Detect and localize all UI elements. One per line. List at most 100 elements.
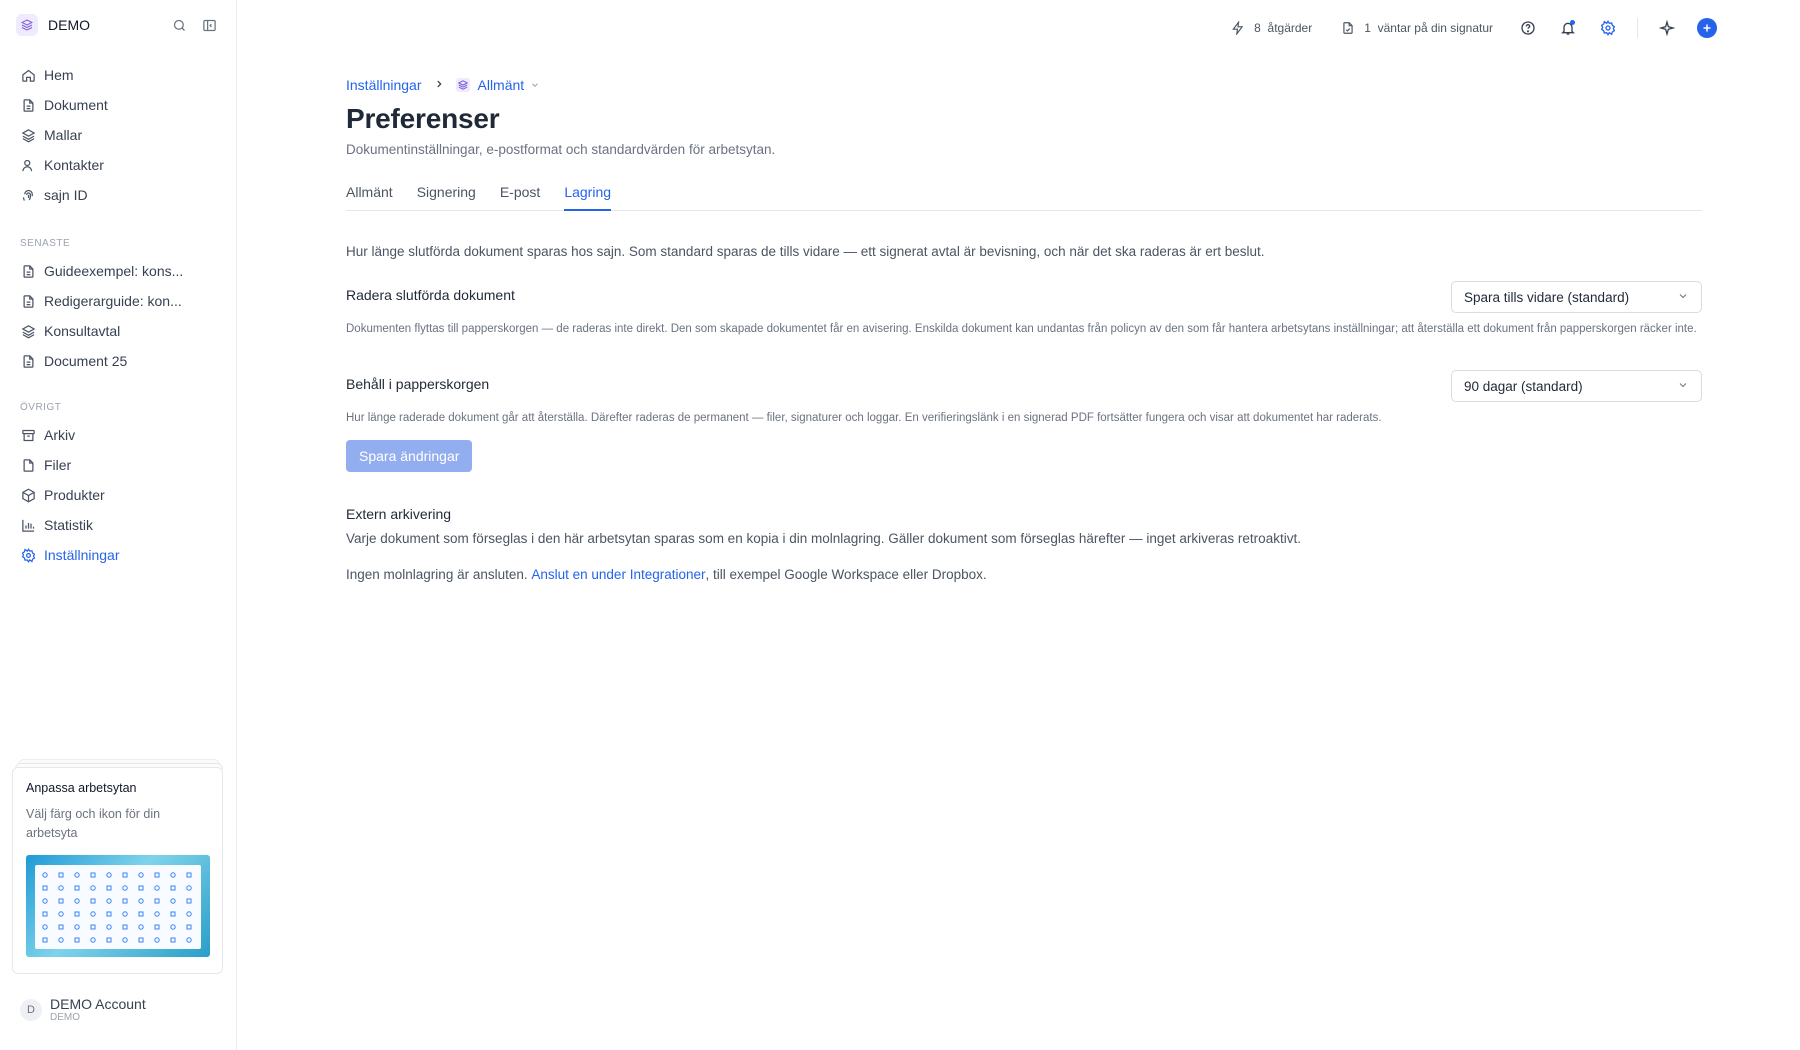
external-archiving-note: Ingen molnlagring är ansluten. Anslut en…	[346, 567, 987, 582]
page-title: Preferenser	[346, 103, 500, 134]
sparkle-icon[interactable]	[1654, 15, 1680, 41]
sidebar: DEMO Hem Dokument Mallar Kontakter sajn …	[0, 0, 237, 1050]
sidebar-item-hem[interactable]: Hem	[12, 60, 224, 90]
sidebar-item-label: Inställningar	[44, 547, 120, 563]
document-sign-icon	[1340, 20, 1356, 36]
keep-in-trash-label: Behåll i papperskorgen	[346, 376, 490, 392]
icon-grid-pattern	[42, 872, 192, 943]
breadcrumb-parent[interactable]: Inställningar	[346, 77, 422, 93]
sidebar-item-label: Hem	[44, 67, 74, 83]
note-prefix: Ingen molnlagring är ansluten.	[346, 567, 532, 582]
save-changes-button[interactable]: Spara ändringar	[346, 440, 473, 472]
settings-gear-icon[interactable]	[1595, 15, 1621, 41]
workspace-icon	[455, 78, 470, 92]
sidebar-item-installningar[interactable]: Inställningar	[12, 540, 224, 570]
layers-icon	[20, 323, 36, 339]
settings-tabs: Allmänt Signering E-post Lagring	[346, 176, 1702, 211]
keep-in-trash-select[interactable]: 90 dagar (standard)	[1451, 370, 1702, 402]
account-text: DEMO Account DEMO	[50, 996, 146, 1024]
sidebar-item-label: Redigerarguide: kon...	[44, 293, 182, 309]
sidebar-item-recent[interactable]: Konsultavtal	[12, 316, 224, 346]
tab-signering[interactable]: Signering	[417, 176, 476, 211]
sidebar-item-recent[interactable]: Redigerarguide: kon...	[12, 286, 224, 316]
note-suffix: , till exempel Google Workspace eller Dr…	[705, 567, 987, 582]
sidebar-item-statistik[interactable]: Statistik	[12, 510, 224, 540]
sidebar-item-recent[interactable]: Guideexempel: kons...	[12, 256, 224, 286]
account-name: DEMO Account	[50, 996, 146, 1012]
connect-integrations-link[interactable]: Anslut en under Integrationer	[531, 567, 705, 582]
collapse-sidebar-icon[interactable]	[197, 13, 221, 37]
sidebar-item-sajn-id[interactable]: sajn ID	[12, 180, 224, 210]
tab-e-post[interactable]: E-post	[500, 176, 540, 211]
pending-signature-indicator[interactable]: 1 väntar på din signatur	[1340, 20, 1493, 36]
storage-intro: Hur länge slutförda dokument sparas hos …	[346, 244, 1265, 259]
external-archiving-title: Extern arkivering	[346, 506, 452, 522]
chevron-down-icon[interactable]	[530, 77, 540, 93]
file-icon	[20, 457, 36, 473]
document-icon	[20, 293, 36, 309]
delete-completed-label: Radera slutförda dokument	[346, 287, 515, 303]
sidebar-item-produkter[interactable]: Produkter	[12, 480, 224, 510]
promo-title: Anpassa arbetsytan	[26, 781, 137, 795]
top-bar: 8 åtgärder 1 väntar på din signatur	[1202, 15, 1720, 41]
box-icon	[20, 487, 36, 503]
chart-icon	[20, 517, 36, 533]
sidebar-item-label: sajn ID	[44, 187, 88, 203]
promo-description: Välj färg och ikon för din arbetsyta	[26, 807, 161, 840]
sidebar-item-kontakter[interactable]: Kontakter	[12, 150, 224, 180]
sidebar-item-label: Dokument	[44, 97, 108, 113]
account-workspace: DEMO	[50, 1012, 80, 1023]
create-new-button[interactable]	[1694, 15, 1720, 41]
sidebar-item-mallar[interactable]: Mallar	[12, 120, 224, 150]
help-icon[interactable]	[1515, 15, 1541, 41]
keep-in-trash-help: Hur länge raderade dokument går att åter…	[346, 412, 1382, 424]
signature-count: 1	[1364, 21, 1371, 35]
workspace-name[interactable]: DEMO	[48, 17, 161, 33]
sidebar-item-arkiv[interactable]: Arkiv	[12, 420, 224, 450]
account-menu[interactable]: D DEMO Account DEMO	[20, 993, 146, 1027]
fingerprint-icon	[20, 187, 36, 203]
sidebar-item-label: Konsultavtal	[44, 323, 121, 339]
sidebar-item-label: Guideexempel: kons...	[44, 263, 184, 279]
bell-icon[interactable]	[1555, 15, 1581, 41]
plus-icon	[1697, 18, 1717, 38]
sidebar-item-filer[interactable]: Filer	[12, 450, 224, 480]
chevron-down-icon	[1677, 379, 1689, 394]
main-nav: Hem Dokument Mallar Kontakter sajn ID SE…	[12, 60, 224, 570]
section-heading-recent: SENASTE	[20, 237, 71, 249]
avatar: D	[20, 999, 42, 1021]
icon-grid-preview-image	[26, 855, 210, 957]
notification-dot	[1570, 20, 1575, 25]
actions-count: 8	[1254, 21, 1261, 35]
breadcrumb: Inställningar Allmänt	[346, 77, 540, 93]
gear-icon	[20, 547, 36, 563]
external-archiving-description: Varje dokument som förseglas i den här a…	[346, 531, 1301, 546]
sidebar-item-recent[interactable]: Document 25	[12, 346, 224, 376]
workspace-logo-icon[interactable]	[16, 14, 38, 36]
document-icon	[20, 97, 36, 113]
sidebar-item-label: Document 25	[44, 353, 128, 369]
sidebar-item-dokument[interactable]: Dokument	[12, 90, 224, 120]
icon-grid-sheet	[35, 865, 201, 949]
actions-indicator[interactable]: 8 åtgärder	[1230, 20, 1312, 36]
customize-workspace-card[interactable]: Anpassa arbetsytan Välj färg och ikon fö…	[12, 767, 223, 974]
layers-icon	[20, 127, 36, 143]
tab-allmant[interactable]: Allmänt	[346, 176, 393, 211]
sidebar-item-label: Mallar	[44, 127, 83, 143]
chevron-right-icon	[434, 78, 444, 92]
search-icon[interactable]	[167, 13, 191, 37]
toolbar-divider	[1637, 18, 1638, 38]
delete-completed-select[interactable]: Spara tills vidare (standard)	[1451, 281, 1702, 313]
section-heading-other: ÖVRIGT	[20, 401, 62, 413]
sidebar-item-label: Arkiv	[44, 427, 76, 443]
archive-icon	[20, 427, 36, 443]
sidebar-item-label: Produkter	[44, 487, 105, 503]
select-value: 90 dagar (standard)	[1464, 378, 1583, 394]
tab-lagring[interactable]: Lagring	[564, 176, 612, 211]
select-value: Spara tills vidare (standard)	[1464, 289, 1630, 305]
actions-label: åtgärder	[1267, 21, 1313, 35]
home-icon	[20, 67, 36, 83]
sidebar-item-label: Kontakter	[44, 157, 104, 173]
breadcrumb-current[interactable]: Allmänt	[478, 77, 525, 93]
chevron-down-icon	[1677, 290, 1689, 305]
